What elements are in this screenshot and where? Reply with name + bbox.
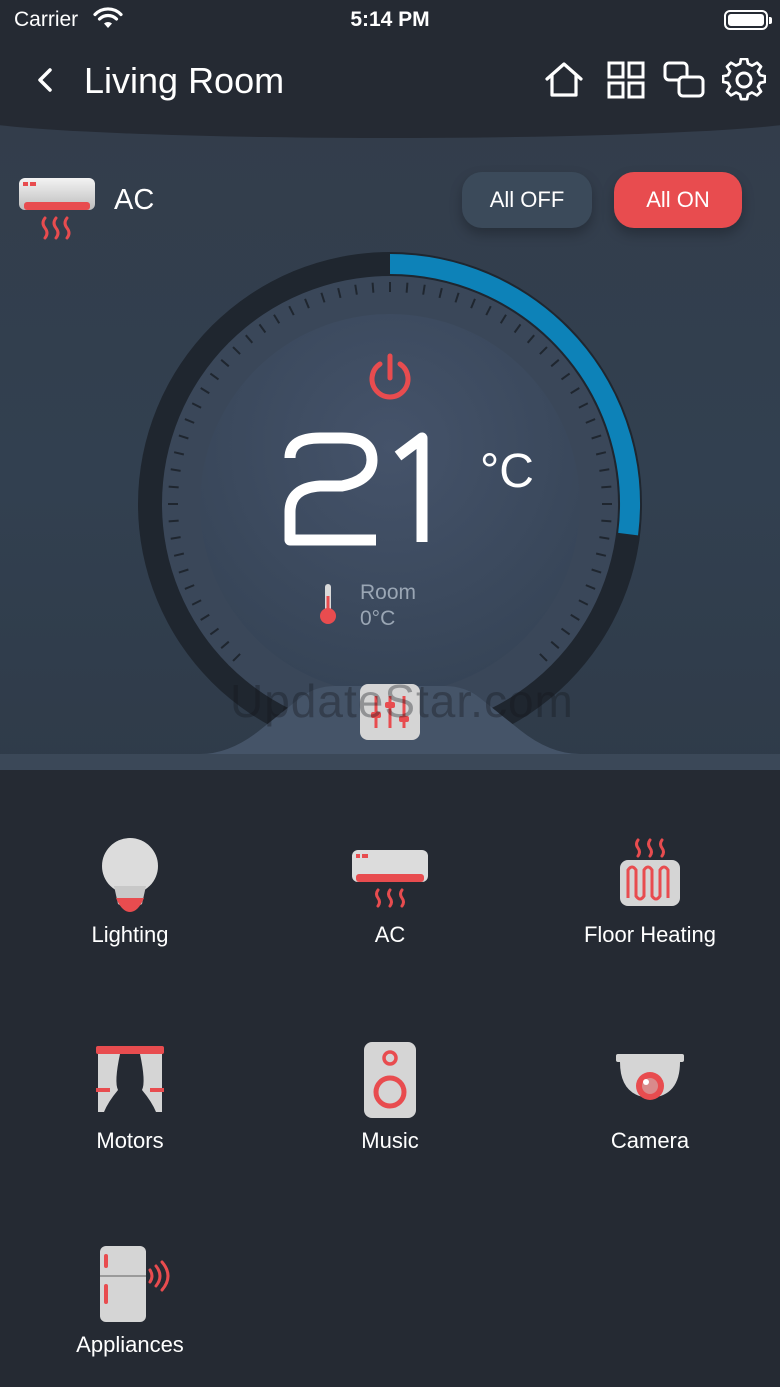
- nav-bar: Living Room: [0, 40, 780, 124]
- device-tile-music[interactable]: Music: [270, 1042, 510, 1192]
- device-label: Motors: [96, 1128, 164, 1153]
- all-off-button[interactable]: All OFF: [462, 172, 592, 228]
- device-label: Appliances: [76, 1332, 184, 1357]
- speaker-icon: [364, 1042, 416, 1118]
- page-title: Living Room: [84, 60, 285, 101]
- camera-icon: [616, 1054, 684, 1100]
- device-tile-floor-heating[interactable]: Floor Heating: [530, 836, 770, 986]
- temperature-unit: °C: [480, 445, 534, 498]
- battery-icon: [724, 10, 772, 30]
- device-tile-lighting[interactable]: Lighting: [10, 836, 250, 986]
- room-temperature-block: Room 0°C: [360, 580, 416, 632]
- status-time: 5:14 PM: [350, 8, 430, 31]
- home-icon[interactable]: [542, 58, 586, 102]
- dial-tick: [371, 282, 375, 293]
- device-tile-camera[interactable]: Camera: [530, 1042, 770, 1192]
- device-label: Camera: [610, 1128, 690, 1153]
- floor-heating-icon: [620, 838, 680, 906]
- ac-label: AC: [114, 184, 155, 216]
- curtain-motor-icon: [96, 1046, 164, 1112]
- back-chevron-icon[interactable]: [30, 62, 60, 98]
- scenes-icon[interactable]: [662, 58, 706, 102]
- dial-tick: [601, 519, 612, 523]
- device-tile-motors[interactable]: Motors: [10, 1042, 250, 1192]
- device-grid: Lighting AC Floor Heating Motors Music C…: [0, 770, 780, 1387]
- device-tile-appliances[interactable]: Appliances: [10, 1246, 250, 1387]
- dial-tick: [168, 519, 179, 523]
- dial-tick: [168, 485, 179, 489]
- device-label: Music: [361, 1128, 419, 1153]
- lightbulb-icon: [102, 838, 158, 912]
- all-on-button[interactable]: All ON: [614, 172, 742, 228]
- status-bar: Carrier 5:14 PM: [0, 0, 780, 40]
- power-icon[interactable]: [362, 350, 418, 406]
- fridge-icon: [100, 1246, 170, 1322]
- grid-icon[interactable]: [604, 58, 648, 102]
- watermark-text: UpdateStar.com: [230, 675, 574, 727]
- device-tile-ac[interactable]: AC: [270, 836, 510, 986]
- device-label: AC: [374, 922, 406, 947]
- thermometer-icon: [320, 584, 336, 624]
- air-conditioner-icon: [352, 850, 428, 908]
- device-label: Floor Heating: [583, 922, 717, 947]
- set-temperature-value: [280, 430, 460, 550]
- room-label: Room: [360, 581, 417, 604]
- gear-icon[interactable]: [722, 58, 766, 102]
- device-label: Lighting: [91, 922, 169, 947]
- ac-control-panel: AC All OFF All ON 21 °C Room 0°C: [0, 124, 780, 770]
- dial-tick: [601, 485, 612, 489]
- air-conditioner-icon: [19, 178, 95, 240]
- dial-tick: [405, 282, 409, 293]
- room-temperature: 0°C: [360, 607, 396, 630]
